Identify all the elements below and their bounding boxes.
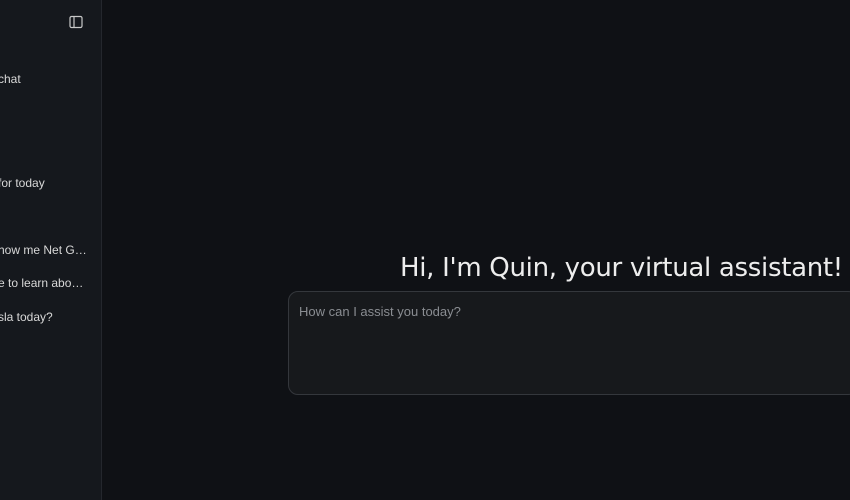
assistant-greeting: Hi, I'm Quin, your virtual assistant! <box>400 253 843 284</box>
sidebar-chat-item[interactable]: sla today? <box>0 306 94 328</box>
sidebar-chat-item[interactable]: e to learn abo… <box>0 272 94 294</box>
prompt-box[interactable] <box>288 291 850 395</box>
sidebar-chat-item[interactable]: for today <box>0 172 94 194</box>
sidebar-panel-icon <box>69 15 83 29</box>
sidebar-toggle-button[interactable] <box>66 12 86 32</box>
new-chat-button[interactable]: chat <box>0 68 94 90</box>
sidebar-chat-item[interactable]: how me Net G… <box>0 239 94 261</box>
sidebar: chat for today how me Net G… e to learn … <box>0 0 102 500</box>
main-panel <box>102 0 850 500</box>
app-window: chat for today how me Net G… e to learn … <box>0 0 850 500</box>
prompt-input[interactable] <box>299 304 839 384</box>
